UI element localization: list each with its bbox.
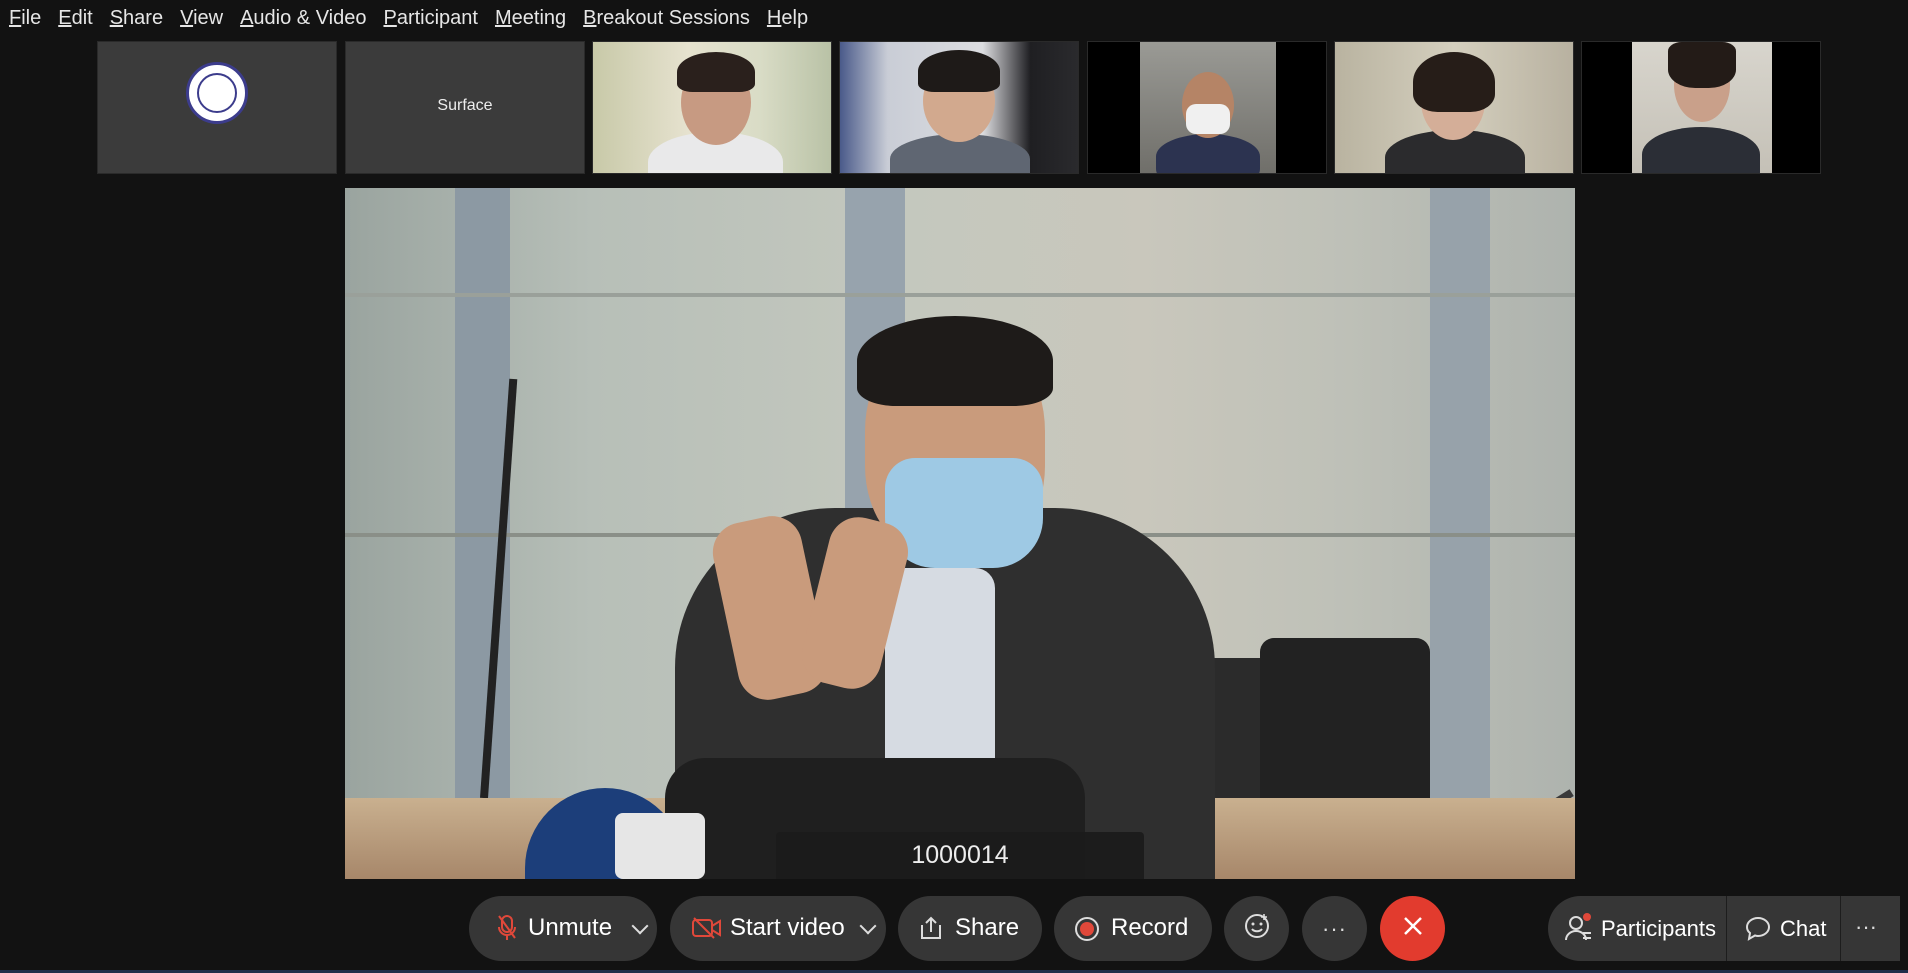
share-icon — [918, 915, 944, 948]
thumbnail-surface-participant[interactable]: Surface — [345, 41, 585, 174]
start-video-button[interactable]: Start video — [670, 896, 886, 961]
menu-audio-video[interactable]: Audio & Video — [240, 7, 366, 30]
chevron-down-icon[interactable] — [631, 917, 649, 935]
menu-edit[interactable]: Edit — [58, 7, 92, 30]
ellipsis-icon: ··· — [1322, 915, 1347, 941]
ellipsis-icon: ··· — [1855, 914, 1877, 939]
record-button[interactable]: Record — [1054, 896, 1212, 961]
menu-meeting[interactable]: Meeting — [495, 7, 566, 30]
menu-bar: File Edit Share View Audio & Video Parti… — [0, 0, 1908, 36]
unmute-button[interactable]: Unmute — [469, 896, 657, 961]
menu-breakout-sessions[interactable]: Breakout Sessions — [583, 7, 750, 30]
main-speaker-video[interactable] — [345, 188, 1575, 879]
more-options-button[interactable]: ··· — [1302, 896, 1367, 961]
close-icon — [1402, 915, 1424, 942]
menu-share[interactable]: Share — [110, 7, 163, 30]
speaker-name-label: 1000014 — [776, 832, 1144, 879]
thumbnail-video-participant-5[interactable] — [1581, 41, 1821, 174]
record-icon — [1074, 916, 1100, 949]
chat-button[interactable]: Chat — [1727, 896, 1840, 961]
share-button[interactable]: Share — [898, 896, 1042, 961]
reactions-button[interactable] — [1224, 896, 1289, 961]
microphone-muted-icon — [497, 914, 517, 949]
video-camera-off-icon — [692, 917, 722, 946]
chat-bubble-icon — [1745, 915, 1771, 946]
participants-icon — [1564, 913, 1594, 948]
thumbnail-video-participant-2[interactable] — [839, 41, 1079, 174]
menu-file[interactable]: File — [9, 7, 41, 30]
participant-name: Surface — [437, 97, 493, 114]
thumbnail-video-participant-3[interactable] — [1087, 41, 1327, 174]
menu-view[interactable]: View — [180, 7, 223, 30]
organization-seal-logo — [186, 62, 248, 124]
panel-more-button[interactable]: ··· — [1841, 896, 1900, 961]
chevron-down-icon[interactable] — [859, 917, 877, 935]
thumbnail-video-participant-4[interactable] — [1334, 41, 1574, 174]
menu-help[interactable]: Help — [767, 7, 808, 30]
smiley-icon — [1243, 912, 1271, 945]
thumbnail-logo-participant[interactable] — [97, 41, 337, 174]
end-meeting-button[interactable] — [1380, 896, 1445, 961]
menu-participant[interactable]: Participant — [383, 7, 478, 30]
thumbnail-video-participant-1[interactable] — [592, 41, 832, 174]
right-panel-toolbar: Participants Chat ··· — [1548, 896, 1900, 961]
participants-button[interactable]: Participants — [1548, 896, 1726, 961]
